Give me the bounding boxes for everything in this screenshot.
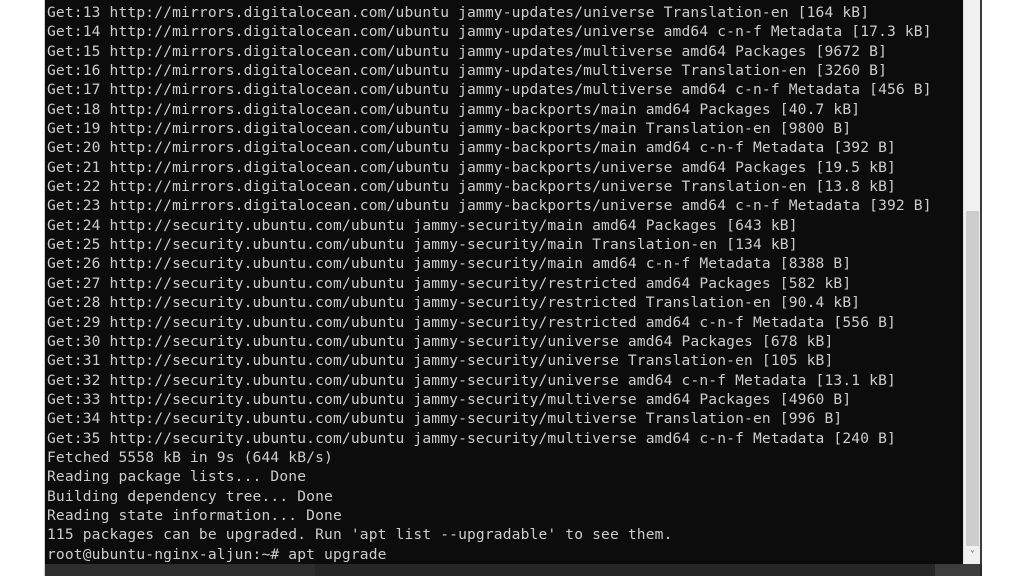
terminal-line: Get:30 http://security.ubuntu.com/ubuntu… xyxy=(47,332,834,350)
shell-prompt: root@ubuntu-nginx-aljun:~# xyxy=(47,545,289,563)
terminal-window[interactable]: Get:13 http://mirrors.digitalocean.com/u… xyxy=(44,0,982,576)
taskbar-segment xyxy=(935,564,980,576)
terminal-line: Building dependency tree... Done xyxy=(47,487,333,505)
terminal-line: Get:23 http://mirrors.digitalocean.com/u… xyxy=(47,197,932,215)
terminal-line: Get:21 http://mirrors.digitalocean.com/u… xyxy=(47,158,896,176)
vertical-scrollbar[interactable]: ˅ xyxy=(963,0,981,564)
command-input[interactable]: apt upgrade xyxy=(288,546,386,563)
scrollbar-thumb[interactable] xyxy=(966,211,979,546)
terminal-line: Get:20 http://mirrors.digitalocean.com/u… xyxy=(47,139,896,157)
terminal-line: Get:32 http://security.ubuntu.com/ubuntu… xyxy=(47,371,896,389)
terminal-line: Get:33 http://security.ubuntu.com/ubuntu… xyxy=(47,390,852,408)
terminal-line: Get:24 http://security.ubuntu.com/ubuntu… xyxy=(47,216,798,234)
taskbar-segment xyxy=(315,564,935,576)
terminal-line: Get:14 http://mirrors.digitalocean.com/u… xyxy=(47,23,932,41)
chevron-down-icon: ˅ xyxy=(970,550,975,561)
terminal-line: Get:27 http://security.ubuntu.com/ubuntu… xyxy=(47,274,852,292)
terminal-line: Get:17 http://mirrors.digitalocean.com/u… xyxy=(47,81,932,99)
terminal-line: Get:35 http://security.ubuntu.com/ubuntu… xyxy=(47,429,896,447)
terminal-line: Get:15 http://mirrors.digitalocean.com/u… xyxy=(47,42,888,60)
terminal-line: Get:13 http://mirrors.digitalocean.com/u… xyxy=(47,4,870,21)
command-prompt-line[interactable]: root@ubuntu-nginx-aljun:~# apt upgrade xyxy=(47,545,962,564)
terminal-line: Get:28 http://security.ubuntu.com/ubuntu… xyxy=(47,294,861,312)
terminal-line: Get:34 http://security.ubuntu.com/ubuntu… xyxy=(47,410,843,428)
terminal-line: Reading package lists... Done xyxy=(47,468,307,486)
terminal-line: Get:18 http://mirrors.digitalocean.com/u… xyxy=(47,100,861,118)
terminal-line: Get:16 http://mirrors.digitalocean.com/u… xyxy=(47,62,888,80)
taskbar-segment xyxy=(45,564,315,576)
terminal-line: Get:19 http://mirrors.digitalocean.com/u… xyxy=(47,120,852,138)
terminal-line: 115 packages can be upgraded. Run 'apt l… xyxy=(47,526,673,544)
scroll-down-button[interactable]: ˅ xyxy=(964,547,981,564)
terminal-line: Fetched 5558 kB in 9s (644 kB/s) xyxy=(47,448,333,466)
taskbar-strip xyxy=(45,564,982,576)
terminal-line: Get:22 http://mirrors.digitalocean.com/u… xyxy=(47,178,896,196)
terminal-line: Get:26 http://security.ubuntu.com/ubuntu… xyxy=(47,255,852,273)
window-edge xyxy=(980,0,982,576)
terminal-line: Get:31 http://security.ubuntu.com/ubuntu… xyxy=(47,352,834,370)
terminal-line: Reading state information... Done xyxy=(47,506,342,524)
terminal-output[interactable]: Get:13 http://mirrors.digitalocean.com/u… xyxy=(47,3,962,564)
terminal-line: Get:25 http://security.ubuntu.com/ubuntu… xyxy=(47,236,798,254)
terminal-line: Get:29 http://security.ubuntu.com/ubuntu… xyxy=(47,313,896,331)
